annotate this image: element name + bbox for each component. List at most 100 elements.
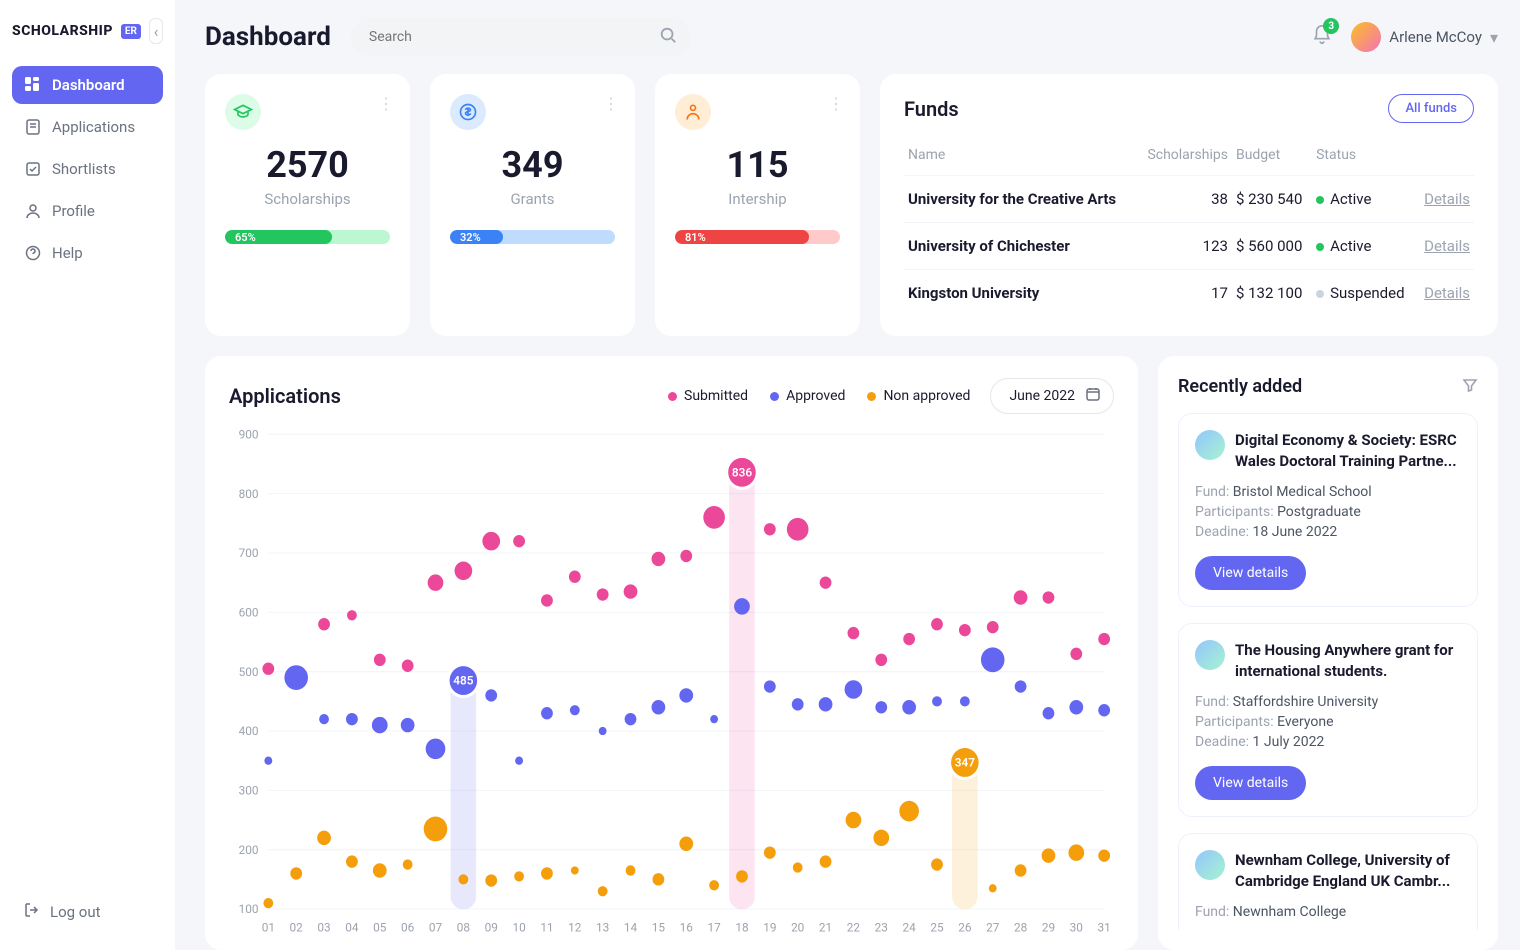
checklist-icon bbox=[24, 160, 42, 178]
svg-text:16: 16 bbox=[680, 920, 693, 934]
svg-text:09: 09 bbox=[485, 920, 498, 934]
user-icon bbox=[24, 202, 42, 220]
progress-bar: 65% bbox=[225, 230, 390, 244]
all-funds-button[interactable]: All funds bbox=[1388, 94, 1474, 123]
svg-text:27: 27 bbox=[986, 920, 999, 934]
fund-name: University for the Creative Arts bbox=[904, 176, 1137, 223]
search bbox=[351, 18, 691, 56]
more-button[interactable]: ⋮ bbox=[603, 94, 619, 113]
item-participants: Participants: Everyone bbox=[1195, 714, 1461, 730]
help-icon bbox=[24, 244, 42, 262]
fund-scholarships: 17 bbox=[1137, 270, 1232, 317]
fund-status: Active bbox=[1312, 176, 1416, 223]
sidebar: SCHOLARSHIP ER ‹ Dashboard Applications … bbox=[0, 0, 175, 950]
notifications-button[interactable]: 3 bbox=[1311, 24, 1333, 50]
view-details-button[interactable]: View details bbox=[1195, 766, 1306, 800]
legend-submitted: Submitted bbox=[668, 388, 748, 404]
sidebar-item-label: Shortlists bbox=[52, 160, 116, 178]
progress-bar: 81% bbox=[675, 230, 840, 244]
item-deadline: Deadine: 18 June 2022 bbox=[1195, 524, 1461, 540]
logo-text: SCHOLARSHIP bbox=[12, 23, 113, 39]
graduation-cap-icon bbox=[225, 94, 261, 130]
stat-value: 349 bbox=[450, 144, 615, 186]
period-label: June 2022 bbox=[1009, 388, 1075, 404]
stat-card-intership: ⋮ 115 Intership 81% bbox=[655, 74, 860, 336]
logout-button[interactable]: Log out bbox=[12, 892, 163, 932]
svg-text:18: 18 bbox=[735, 920, 748, 934]
fund-status: Suspended bbox=[1312, 270, 1416, 317]
svg-text:03: 03 bbox=[317, 920, 330, 934]
col-budget: Budget bbox=[1232, 139, 1312, 176]
svg-text:08: 08 bbox=[457, 920, 470, 934]
main: Dashboard 3 Arlene McCoy ▾ bbox=[175, 0, 1520, 950]
svg-text:30: 30 bbox=[1070, 920, 1083, 934]
col-details bbox=[1416, 139, 1474, 176]
sidebar-item-label: Profile bbox=[52, 202, 95, 220]
svg-text:28: 28 bbox=[1014, 920, 1027, 934]
funds-table: Name Scholarships Budget Status Universi… bbox=[904, 139, 1474, 316]
page-title: Dashboard bbox=[205, 22, 331, 52]
svg-text:800: 800 bbox=[239, 487, 259, 501]
logout-icon bbox=[24, 902, 40, 922]
sidebar-item-applications[interactable]: Applications bbox=[12, 108, 163, 146]
fund-budget: $ 230 540 bbox=[1232, 176, 1312, 223]
sidebar-item-label: Help bbox=[52, 244, 83, 262]
svg-text:31: 31 bbox=[1098, 920, 1111, 934]
legend-approved: Approved bbox=[770, 388, 845, 404]
item-fund: Fund: Staffordshire University bbox=[1195, 694, 1461, 710]
table-row: University for the Creative Arts 38 $ 23… bbox=[904, 176, 1474, 223]
svg-text:04: 04 bbox=[345, 920, 358, 934]
item-fund: Fund: Newnham College bbox=[1195, 904, 1461, 920]
period-picker[interactable]: June 2022 bbox=[990, 378, 1114, 414]
svg-text:06: 06 bbox=[401, 920, 414, 934]
svg-text:700: 700 bbox=[239, 546, 259, 560]
applications-title: Applications bbox=[229, 384, 341, 408]
details-link[interactable]: Details bbox=[1424, 190, 1470, 208]
search-input[interactable] bbox=[351, 18, 691, 56]
view-details-button[interactable]: View details bbox=[1195, 556, 1306, 590]
document-icon bbox=[24, 118, 42, 136]
collapse-sidebar-button[interactable]: ‹ bbox=[149, 18, 163, 44]
search-icon bbox=[659, 26, 677, 48]
sidebar-item-label: Dashboard bbox=[52, 76, 125, 94]
svg-text:02: 02 bbox=[290, 920, 303, 934]
sidebar-item-profile[interactable]: Profile bbox=[12, 192, 163, 230]
svg-text:12: 12 bbox=[568, 920, 581, 934]
svg-text:19: 19 bbox=[763, 920, 776, 934]
filter-button[interactable] bbox=[1462, 377, 1478, 397]
details-link[interactable]: Details bbox=[1424, 237, 1470, 255]
user-menu[interactable]: Arlene McCoy ▾ bbox=[1351, 22, 1498, 52]
fund-name: Kingston University bbox=[904, 270, 1137, 317]
svg-text:17: 17 bbox=[707, 920, 720, 934]
svg-text:600: 600 bbox=[239, 605, 259, 619]
notification-count: 3 bbox=[1323, 18, 1339, 34]
more-button[interactable]: ⋮ bbox=[828, 94, 844, 113]
more-button[interactable]: ⋮ bbox=[378, 94, 394, 113]
user-name: Arlene McCoy bbox=[1389, 28, 1482, 46]
fund-status: Active bbox=[1312, 223, 1416, 270]
fund-scholarships: 38 bbox=[1137, 176, 1232, 223]
svg-text:11: 11 bbox=[540, 920, 553, 934]
svg-text:200: 200 bbox=[239, 843, 259, 857]
svg-text:21: 21 bbox=[819, 920, 832, 934]
nav: Dashboard Applications Shortlists Profil… bbox=[12, 66, 163, 892]
svg-text:300: 300 bbox=[239, 783, 259, 797]
svg-text:900: 900 bbox=[239, 427, 259, 441]
details-link[interactable]: Details bbox=[1424, 284, 1470, 302]
recent-list[interactable]: Digital Economy & Society: ESRC Wales Do… bbox=[1178, 413, 1488, 930]
sidebar-item-help[interactable]: Help bbox=[12, 234, 163, 272]
svg-text:01: 01 bbox=[262, 920, 275, 934]
fund-budget: $ 132 100 bbox=[1232, 270, 1312, 317]
funds-title: Funds bbox=[904, 97, 959, 121]
applications-card: Applications Submitted Approved Non appr… bbox=[205, 356, 1138, 950]
chevron-left-icon: ‹ bbox=[154, 22, 159, 41]
recently-added-card: Recently added Digital Economy & Society… bbox=[1158, 356, 1498, 950]
logo-badge: ER bbox=[121, 24, 141, 39]
svg-text:347: 347 bbox=[955, 755, 975, 769]
sidebar-item-dashboard[interactable]: Dashboard bbox=[12, 66, 163, 104]
sidebar-item-shortlists[interactable]: Shortlists bbox=[12, 150, 163, 188]
svg-text:14: 14 bbox=[624, 920, 637, 934]
item-deadline: Deadine: 1 July 2022 bbox=[1195, 734, 1461, 750]
list-item: Digital Economy & Society: ESRC Wales Do… bbox=[1178, 413, 1478, 607]
stat-label: Intership bbox=[675, 190, 840, 208]
